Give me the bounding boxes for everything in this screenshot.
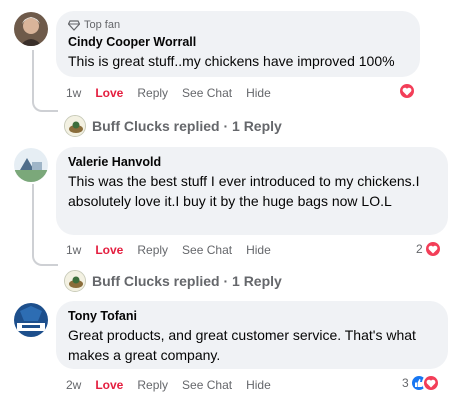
reaction-count: 3 [402, 376, 409, 390]
hide-button[interactable]: Hide [246, 243, 271, 257]
reply-summary[interactable]: Buff Clucks replied · 1 Reply [64, 115, 282, 137]
page-avatar [64, 115, 86, 137]
thread-line [32, 50, 58, 112]
love-reaction-icon [423, 240, 442, 258]
reply-summary-text: Buff Clucks replied · 1 Reply [92, 273, 282, 289]
avatar[interactable] [14, 303, 48, 337]
page-avatar [64, 270, 86, 292]
see-chat-button[interactable]: See Chat [182, 86, 232, 100]
avatar[interactable] [14, 148, 48, 182]
comment-author[interactable]: Valerie Hanvold [68, 154, 436, 171]
love-reaction-icon [421, 374, 440, 392]
reaction-count: 2 [416, 242, 423, 256]
comment-text: This is great stuff..my chickens have im… [68, 53, 395, 69]
timestamp[interactable]: 1w [66, 243, 81, 257]
comment-author[interactable]: Cindy Cooper Worrall [68, 34, 408, 51]
top-fan-badge: Top fan [68, 18, 408, 32]
see-chat-button[interactable]: See Chat [182, 243, 232, 257]
timestamp[interactable]: 2w [66, 378, 81, 392]
reply-button[interactable]: Reply [137, 243, 168, 257]
see-chat-button[interactable]: See Chat [182, 378, 232, 392]
badge-label: Top fan [84, 19, 121, 31]
comment-text: This was the best stuff I ever introduce… [68, 173, 420, 209]
comment-author[interactable]: Tony Tofani [68, 308, 436, 325]
reply-summary-text: Buff Clucks replied · 1 Reply [92, 118, 282, 134]
comment-actions: 1w Love Reply See Chat Hide [66, 86, 285, 100]
reaction-summary[interactable] [398, 82, 416, 100]
reaction-summary[interactable]: 3 [402, 374, 440, 392]
reply-summary[interactable]: Buff Clucks replied · 1 Reply [64, 270, 282, 292]
comment-actions: 2w Love Reply See Chat Hide [66, 378, 285, 392]
timestamp[interactable]: 1w [66, 86, 81, 100]
comment-bubble: Top fan Cindy Cooper Worrall This is gre… [56, 11, 420, 77]
love-button[interactable]: Love [95, 243, 123, 257]
comment-bubble: Tony Tofani Great products, and great cu… [56, 301, 448, 369]
comment-bubble: Valerie Hanvold This was the best stuff … [56, 147, 448, 235]
hide-button[interactable]: Hide [246, 378, 271, 392]
comment-actions: 1w Love Reply See Chat Hide [66, 243, 285, 257]
reply-button[interactable]: Reply [137, 378, 168, 392]
diamond-icon [68, 19, 80, 31]
hide-button[interactable]: Hide [246, 86, 271, 100]
love-button[interactable]: Love [95, 86, 123, 100]
comment-text: Great products, and great customer servi… [68, 327, 416, 363]
love-button[interactable]: Love [95, 378, 123, 392]
avatar[interactable] [14, 12, 48, 46]
thread-line [32, 184, 58, 266]
reaction-summary[interactable]: 2 [416, 240, 442, 258]
reply-button[interactable]: Reply [137, 86, 168, 100]
love-reaction-icon [398, 82, 416, 100]
